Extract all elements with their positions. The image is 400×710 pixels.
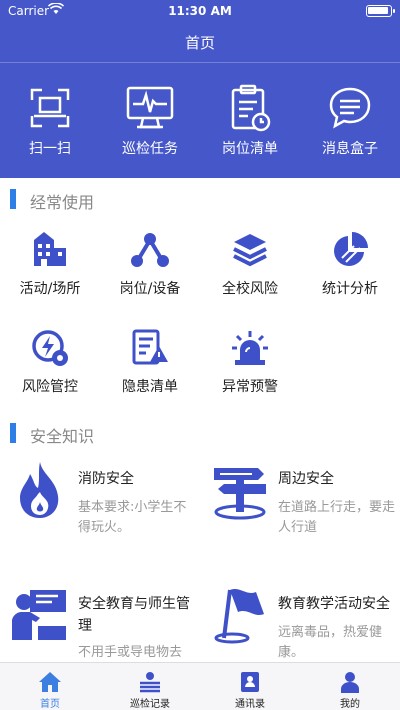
monitor-icon xyxy=(100,82,200,134)
risk-gear-icon xyxy=(0,326,100,370)
tab-label: 通讯录 xyxy=(235,699,265,710)
card-description: 不用手或导电物去 xyxy=(78,645,183,660)
card-description: 在道路上行走，要走人行道 xyxy=(278,500,396,535)
card-title: 周边安全 xyxy=(278,471,334,487)
signpost-icon xyxy=(210,460,270,520)
grid-item-activity-venue[interactable]: 活动/场所 xyxy=(0,228,100,298)
app-header: Carrier 11:30 AM 首页 扫一扫 巡检任务 岗位清单 消息盒子 xyxy=(0,0,400,178)
clipboard-clock-icon xyxy=(200,82,300,134)
grid-item-label: 活动/场所 xyxy=(19,281,81,297)
card-title: 消防安全 xyxy=(78,471,134,487)
flag-icon xyxy=(210,585,270,645)
pie-chart-icon xyxy=(300,228,400,272)
tab-bar: 首页 巡检记录 通讯录 我的 xyxy=(0,662,400,710)
layers-icon xyxy=(200,228,300,272)
grid-item-abnormal-warning[interactable]: 异常预警 xyxy=(200,326,300,396)
grid-item-label: 异常预警 xyxy=(222,379,278,395)
quick-action-inspection[interactable]: 巡检任务 xyxy=(100,82,200,158)
grid-item-label: 风险管控 xyxy=(22,379,78,395)
knowledge-card-teaching-activity-safety[interactable]: 教育教学活动安全 远离毒品，热爱健康。 xyxy=(200,585,400,662)
grid-item-label: 全校风险 xyxy=(222,281,278,297)
knowledge-card-fire-safety[interactable]: 消防安全 基本要求:小学生不得玩火。 xyxy=(0,460,200,570)
card-description: 远离毒品，热爱健康。 xyxy=(278,625,383,660)
card-description: 基本要求:小学生不得玩火。 xyxy=(78,500,187,535)
header-divider xyxy=(0,62,400,63)
tab-mine[interactable]: 我的 xyxy=(300,663,400,710)
section-header-frequent: 经常使用 xyxy=(0,186,400,212)
quick-action-label: 岗位清单 xyxy=(222,141,278,157)
fire-icon xyxy=(10,460,70,520)
section-accent-bar xyxy=(10,189,16,209)
grid-item-label: 统计分析 xyxy=(322,281,378,297)
quick-action-label: 扫一扫 xyxy=(29,141,71,157)
tab-label: 巡检记录 xyxy=(130,699,170,710)
records-icon xyxy=(100,663,200,693)
grid-item-label: 隐患清单 xyxy=(122,379,178,395)
contacts-icon xyxy=(200,663,300,693)
quick-action-post-list[interactable]: 岗位清单 xyxy=(200,82,300,158)
message-icon xyxy=(300,82,400,134)
network-icon xyxy=(100,228,200,272)
grid-item-statistics[interactable]: 统计分析 xyxy=(300,228,400,298)
clock: 11:30 AM xyxy=(168,4,232,18)
user-icon xyxy=(300,663,400,693)
tab-contacts[interactable]: 通讯录 xyxy=(200,663,300,710)
grid-item-risk-control[interactable]: 风险管控 xyxy=(0,326,100,396)
grid-item-school-risk[interactable]: 全校风险 xyxy=(200,228,300,298)
quick-action-message-box[interactable]: 消息盒子 xyxy=(300,82,400,158)
scan-icon xyxy=(0,82,100,134)
tab-label: 我的 xyxy=(340,699,360,710)
grid-item-label: 岗位/设备 xyxy=(119,281,181,297)
page-title: 首页 xyxy=(184,34,215,52)
knowledge-card-safety-education[interactable]: 安全教育与师生管理 不用手或导电物去 xyxy=(0,585,200,662)
card-title: 安全教育与师生管理 xyxy=(78,596,190,634)
hazard-list-icon xyxy=(100,326,200,370)
quick-action-label: 消息盒子 xyxy=(322,141,378,157)
knowledge-card-surrounding-safety[interactable]: 周边安全 在道路上行走，要走人行道 xyxy=(200,460,400,570)
status-bar: Carrier 11:30 AM xyxy=(0,0,400,22)
quick-action-scan[interactable]: 扫一扫 xyxy=(0,82,100,158)
grid-item-post-device[interactable]: 岗位/设备 xyxy=(100,228,200,298)
section-accent-bar xyxy=(10,423,16,443)
tab-home[interactable]: 首页 xyxy=(0,663,100,710)
section-header-knowledge: 安全知识 xyxy=(0,420,400,446)
tab-label: 首页 xyxy=(40,699,60,710)
quick-action-label: 巡检任务 xyxy=(122,141,178,157)
card-title: 教育教学活动安全 xyxy=(278,596,390,612)
grid-item-hazard-list[interactable]: 隐患清单 xyxy=(100,326,200,396)
alarm-icon xyxy=(200,326,300,370)
home-icon xyxy=(0,663,100,693)
section-title: 经常使用 xyxy=(30,193,95,212)
teacher-icon xyxy=(10,585,70,645)
battery-icon xyxy=(366,5,395,17)
tab-inspection-records[interactable]: 巡检记录 xyxy=(100,663,200,710)
building-icon xyxy=(0,228,100,272)
section-title: 安全知识 xyxy=(30,427,95,446)
